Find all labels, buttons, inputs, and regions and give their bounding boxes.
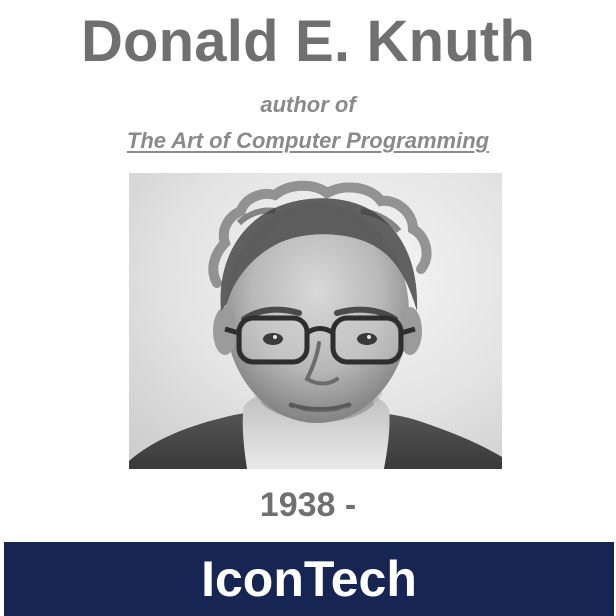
portrait-photo: [129, 173, 502, 469]
birth-year-label: 1938 -: [259, 486, 357, 524]
person-name-title: Donald E. Knuth: [80, 9, 536, 74]
book-title-link[interactable]: The Art of Computer Programming: [0, 128, 616, 154]
author-of-label: author of: [260, 92, 356, 117]
brand-name: IconTech: [201, 551, 417, 607]
brand-footer-bar: IconTech: [4, 542, 614, 616]
